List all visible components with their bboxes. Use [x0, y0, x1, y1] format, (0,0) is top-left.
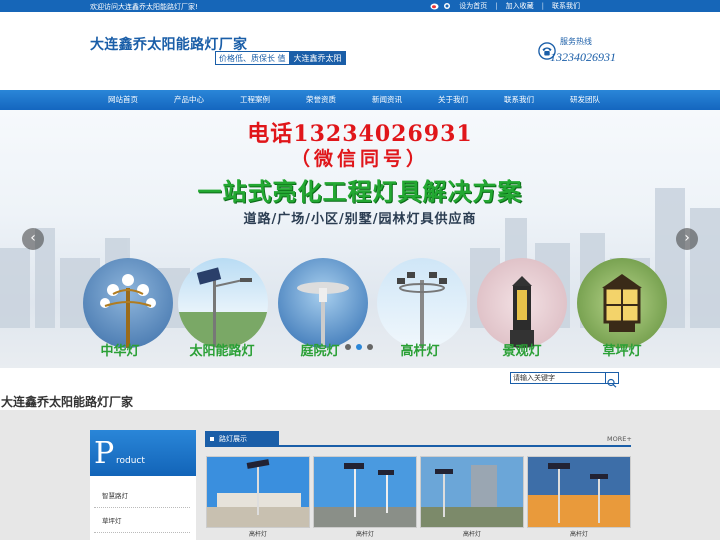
- product-thumb-3[interactable]: [420, 456, 524, 528]
- banner-headline: 一站式亮化工程灯具解决方案: [197, 178, 523, 206]
- high-mast-lamp-image[interactable]: [377, 258, 467, 348]
- slogan-part-a: 价格低、质保长 值: [215, 51, 290, 65]
- nav-item-home[interactable]: 网站首页: [90, 90, 156, 110]
- weibo-icon[interactable]: [430, 2, 439, 10]
- search-icon: [607, 378, 617, 388]
- product-label-2[interactable]: 高杆灯: [313, 529, 417, 538]
- banner-slider: 电话13234026931 （微信同号） 一站式亮化工程灯具解决方案 道路/广场…: [0, 110, 720, 368]
- bullet-icon: [210, 437, 214, 441]
- category-label-solar-lamp[interactable]: 太阳能路灯: [172, 340, 272, 359]
- category-label-landscape-lamp[interactable]: 景观灯: [472, 340, 572, 359]
- banner-subheadline: 道路/广场/小区/别墅/园林灯具供应商: [243, 212, 477, 227]
- product-sidebar: P roduct 智慧路灯 草坪灯: [90, 430, 196, 540]
- slider-dots: [345, 344, 378, 350]
- search-button[interactable]: [605, 372, 619, 388]
- product-label-3[interactable]: 高杆灯: [420, 529, 524, 538]
- qq-icon[interactable]: [443, 2, 451, 10]
- slogan-part-b: 大连鑫乔太阳: [289, 51, 346, 65]
- nav-item-news[interactable]: 新闻资讯: [354, 90, 420, 110]
- category-label-lawn-lamp[interactable]: 草坪灯: [572, 340, 672, 359]
- next-slide-button[interactable]: ›: [676, 228, 698, 250]
- nav-item-contact[interactable]: 联系我们: [486, 90, 552, 110]
- nav-item-honors[interactable]: 荣誉资质: [288, 90, 354, 110]
- section-title: 路灯展示: [219, 435, 247, 443]
- solar-street-lamp-image[interactable]: [178, 258, 268, 348]
- chinese-lamp-image[interactable]: [83, 258, 173, 348]
- category-label-high-mast-lamp[interactable]: 高杆灯: [370, 340, 470, 359]
- top-links: 设为首页 | 加入收藏 | 联系我们: [430, 1, 580, 11]
- more-link[interactable]: MORE+: [607, 435, 632, 443]
- header: 大连鑫乔太阳能路灯厂家 价格低、质保长 值 大连鑫乔太阳 服务热线 132340…: [0, 12, 720, 90]
- contact-link[interactable]: 联系我们: [552, 1, 580, 11]
- sidebar-header-text: roduct: [116, 456, 145, 466]
- sidebar-header-letter: P: [94, 436, 115, 471]
- garden-lamp-image[interactable]: [278, 258, 368, 348]
- top-bar: 欢迎访问大连鑫乔太阳能路灯厂家! 设为首页 | 加入收藏 | 联系我们: [0, 0, 720, 12]
- slogan: 价格低、质保长 值 大连鑫乔太阳: [215, 51, 346, 65]
- set-home-link[interactable]: 设为首页: [459, 1, 487, 11]
- banner-wechat-text: （微信同号）: [290, 148, 429, 170]
- welcome-text: 欢迎访问大连鑫乔太阳能路灯厂家!: [90, 3, 198, 11]
- sidebar-item-lawn-lamp[interactable]: 草坪灯: [94, 509, 190, 533]
- product-thumb-1[interactable]: [206, 456, 310, 528]
- lawn-lamp-image[interactable]: [577, 258, 667, 348]
- hotline-label: 服务热线: [560, 37, 592, 46]
- landscape-lamp-image[interactable]: [477, 258, 567, 348]
- hotline-number: 13234026931: [550, 50, 616, 64]
- company-name-heading: 大连鑫乔太阳能路灯厂家: [1, 395, 134, 409]
- slider-dot[interactable]: [367, 344, 373, 350]
- product-thumb-2[interactable]: [313, 456, 417, 528]
- category-label-chinese-lamp[interactable]: 中华灯: [70, 340, 170, 359]
- divider: |: [541, 2, 544, 10]
- sidebar-item-smart-lamp[interactable]: 智慧路灯: [94, 484, 190, 508]
- nav-item-products[interactable]: 产品中心: [156, 90, 222, 110]
- nav-item-cases[interactable]: 工程案例: [222, 90, 288, 110]
- section-title-tab[interactable]: 路灯展示: [205, 431, 279, 447]
- prev-slide-button[interactable]: ‹: [22, 228, 44, 250]
- product-label-4[interactable]: 高杆灯: [527, 529, 631, 538]
- product-label-1[interactable]: 高杆灯: [206, 529, 310, 538]
- divider: |: [495, 2, 498, 10]
- nav-item-about[interactable]: 关于我们: [420, 90, 486, 110]
- nav-item-team[interactable]: 研发团队: [552, 90, 618, 110]
- sidebar-header: P roduct: [90, 430, 196, 476]
- slider-dot-active[interactable]: [356, 344, 362, 350]
- slider-dot[interactable]: [345, 344, 351, 350]
- add-favorite-link[interactable]: 加入收藏: [506, 1, 534, 11]
- product-thumb-4[interactable]: [527, 456, 631, 528]
- search-input[interactable]: 请输入关键字: [510, 372, 606, 384]
- main-nav: 网站首页 产品中心 工程案例 荣誉资质 新闻资讯 关于我们 联系我们 研发团队: [0, 90, 720, 110]
